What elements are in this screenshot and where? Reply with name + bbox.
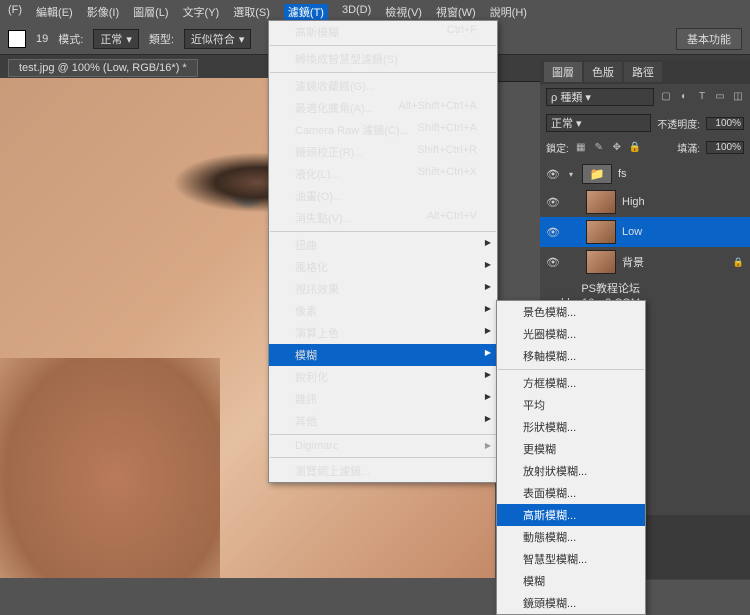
- lock-pos-icon[interactable]: ✥: [611, 142, 623, 154]
- menu-item: 濾鏡收藏館(G)...: [269, 75, 497, 97]
- menu-item[interactable]: 最適化廣角(A)...Alt+Shift+Ctrl+A: [269, 97, 497, 119]
- menu-item[interactable]: 模糊: [269, 344, 497, 366]
- submenu-item[interactable]: 鏡頭模糊...: [497, 592, 645, 614]
- submenu-item[interactable]: 更模糊: [497, 438, 645, 460]
- menu-item[interactable]: 鏡頭校正(R)...Shift+Ctrl+R: [269, 141, 497, 163]
- menu-item[interactable]: 液化(L)...Shift+Ctrl+X: [269, 163, 497, 185]
- blend-mode[interactable]: 正常 ▾: [546, 114, 651, 132]
- foreground-swatch[interactable]: [8, 30, 26, 48]
- submenu-item[interactable]: 平均: [497, 394, 645, 416]
- type-select[interactable]: 近似符合▾: [184, 29, 252, 49]
- layer-row[interactable]: 👁 背景 🔒: [540, 247, 750, 277]
- menu-item[interactable]: 濾鏡(T): [284, 4, 328, 20]
- layer-thumbnail: [586, 190, 616, 214]
- menu-item[interactable]: 影像(I): [87, 4, 119, 20]
- filter-menu: 高斯模糊Ctrl+F 轉換成智慧型濾鏡(S) 濾鏡收藏館(G)...最適化廣角(A)…: [268, 20, 498, 483]
- menu-item[interactable]: 選取(S): [233, 4, 270, 20]
- menu-item: Digimarc: [269, 437, 497, 455]
- sample-size: 19: [36, 33, 48, 45]
- menu-item[interactable]: (F): [8, 4, 22, 20]
- menu-item[interactable]: 圖層(L): [133, 4, 168, 20]
- fill-label: 填滿:: [677, 140, 700, 155]
- menu-item[interactable]: 油畫(O)...: [269, 185, 497, 207]
- layer-thumbnail: [586, 220, 616, 244]
- layer-name: 背景: [622, 254, 644, 270]
- menu-item[interactable]: 像素: [269, 300, 497, 322]
- mode-select[interactable]: 正常▾: [93, 29, 139, 49]
- submenu-item[interactable]: 景色模糊...: [497, 301, 645, 323]
- submenu-item[interactable]: 光圈模糊...: [497, 323, 645, 345]
- menu-item[interactable]: 視訊效果: [269, 278, 497, 300]
- lock-pixel-icon[interactable]: ✎: [593, 142, 605, 154]
- lock-trans-icon[interactable]: ▦: [575, 142, 587, 154]
- panel-tab[interactable]: 路徑: [624, 62, 662, 82]
- lock-all-icon[interactable]: 🔒: [629, 142, 641, 154]
- menu-item[interactable]: 雜訊: [269, 388, 497, 410]
- visibility-icon[interactable]: 👁: [546, 256, 560, 269]
- menu-item[interactable]: 3D(D): [342, 4, 371, 20]
- document-tab[interactable]: test.jpg @ 100% (Low, RGB/16*) *: [8, 59, 198, 77]
- visibility-icon[interactable]: 👁: [546, 196, 560, 209]
- visibility-icon[interactable]: 👁: [546, 168, 560, 181]
- menu-item[interactable]: 說明(H): [490, 4, 527, 20]
- type-label: 類型:: [149, 31, 174, 47]
- filter-smart-icon[interactable]: ◫: [732, 91, 744, 103]
- menu-item[interactable]: 編輯(E): [36, 4, 73, 20]
- menu-item[interactable]: 高斯模糊Ctrl+F: [269, 21, 497, 43]
- filter-image-icon[interactable]: ▢: [660, 91, 672, 103]
- layer-kind-filter[interactable]: ρ 種類 ▾: [546, 88, 654, 106]
- workspace-basic[interactable]: 基本功能: [676, 28, 742, 50]
- submenu-item[interactable]: 模糊: [497, 570, 645, 592]
- menu-item[interactable]: 扭曲: [269, 234, 497, 256]
- submenu-item[interactable]: 方框模糊...: [497, 372, 645, 394]
- menu-item[interactable]: 檢視(V): [385, 4, 422, 20]
- layer-name: High: [622, 196, 645, 208]
- submenu-item[interactable]: 放射狀模糊...: [497, 460, 645, 482]
- submenu-item[interactable]: 高斯模糊...: [497, 504, 645, 526]
- menu-item[interactable]: Camera Raw 濾鏡(C)...Shift+Ctrl+A: [269, 119, 497, 141]
- menu-item[interactable]: 轉換成智慧型濾鏡(S): [269, 48, 497, 70]
- menu-item[interactable]: 瀏覽網上濾鏡...: [269, 460, 497, 482]
- menu-item[interactable]: 演算上色: [269, 322, 497, 344]
- filter-type-icon[interactable]: T: [696, 91, 708, 103]
- layer-name: Low: [622, 226, 642, 238]
- menu-item[interactable]: 其他: [269, 410, 497, 432]
- blur-submenu: 景色模糊...光圈模糊...移軸模糊... 方框模糊...平均形狀模糊...更模糊…: [496, 300, 646, 615]
- submenu-item[interactable]: 形狀模糊...: [497, 416, 645, 438]
- layer-thumbnail: [586, 250, 616, 274]
- filter-adjust-icon[interactable]: ◐: [678, 91, 690, 103]
- submenu-item[interactable]: 移軸模糊...: [497, 345, 645, 367]
- submenu-item[interactable]: 表面模糊...: [497, 482, 645, 504]
- menu-item[interactable]: 風格化: [269, 256, 497, 278]
- menu-item[interactable]: 文字(Y): [183, 4, 220, 20]
- lock-label: 鎖定:: [546, 140, 569, 155]
- lock-icon: 🔒: [733, 257, 744, 268]
- panel-tabs: 圖層色版路徑: [540, 60, 750, 84]
- filter-shape-icon[interactable]: ▭: [714, 91, 726, 103]
- submenu-item[interactable]: 動態模糊...: [497, 526, 645, 548]
- submenu-item[interactable]: 智慧型模糊...: [497, 548, 645, 570]
- menu-item[interactable]: 視窗(W): [436, 4, 476, 20]
- opacity-label: 不透明度:: [657, 116, 700, 131]
- folder-icon: 📁: [582, 164, 612, 184]
- layer-row[interactable]: 👁▾📁fs: [540, 161, 750, 187]
- layer-name: fs: [618, 168, 627, 180]
- opacity-value[interactable]: 100%: [706, 117, 744, 130]
- menu-item[interactable]: 消失點(V)...Alt+Ctrl+V: [269, 207, 497, 229]
- panel-tab[interactable]: 色版: [584, 62, 622, 82]
- panel-tab[interactable]: 圖層: [544, 62, 582, 82]
- layer-row[interactable]: 👁 High: [540, 187, 750, 217]
- menu-item[interactable]: 銳利化: [269, 366, 497, 388]
- visibility-icon[interactable]: 👁: [546, 226, 560, 239]
- layer-row[interactable]: 👁 Low: [540, 217, 750, 247]
- layers-list: 👁▾📁fs👁High👁Low👁背景🔒: [540, 159, 750, 279]
- mode-label: 模式:: [58, 31, 83, 47]
- fill-value[interactable]: 100%: [706, 141, 744, 154]
